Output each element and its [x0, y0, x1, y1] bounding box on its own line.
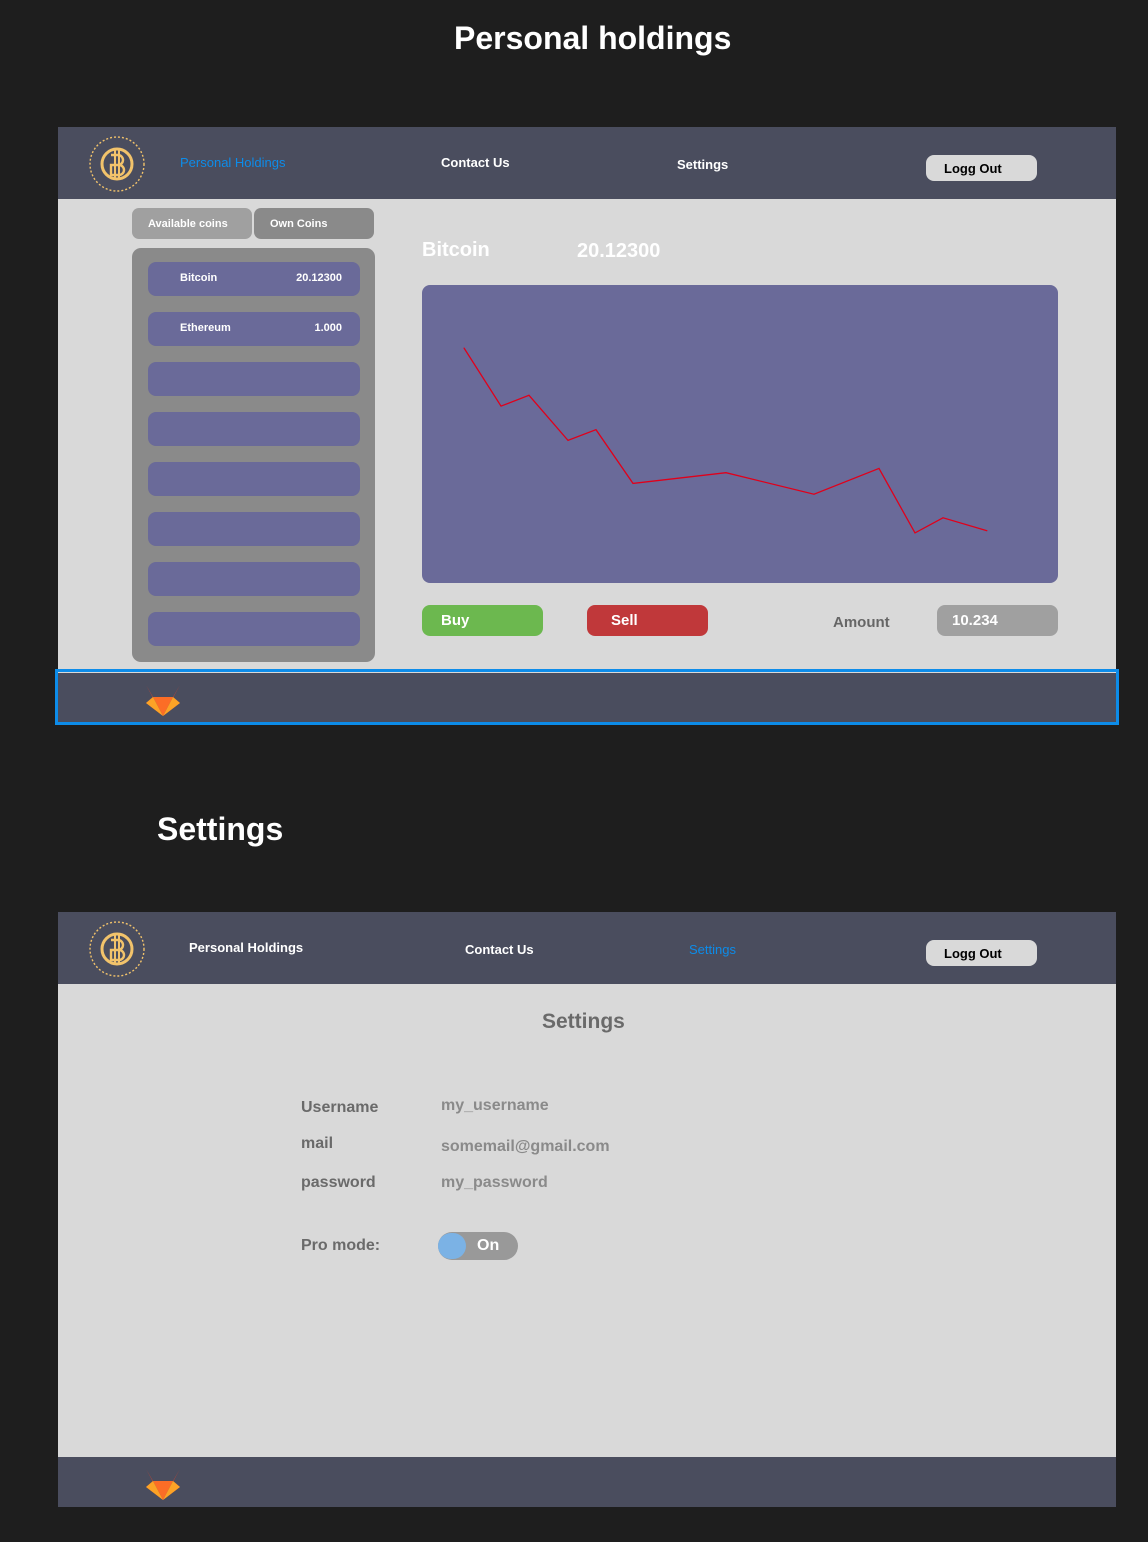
coin-row-empty[interactable] [148, 612, 360, 646]
price-point [595, 429, 597, 431]
price-point [725, 472, 727, 474]
username-input[interactable] [441, 1097, 701, 1115]
coin-list: Bitcoin 20.12300 Ethereum 1.000 [132, 248, 375, 662]
price-point [813, 493, 815, 495]
pro-mode-toggle[interactable]: On [438, 1232, 518, 1260]
footer [58, 673, 1116, 723]
coin-row-empty[interactable] [148, 512, 360, 546]
username-label: Username [301, 1099, 379, 1116]
price-point [942, 517, 944, 519]
toggle-knob [438, 1233, 466, 1259]
coin-name: Bitcoin [180, 272, 218, 284]
amount-label: Amount [833, 614, 890, 631]
gitlab-fox-icon [146, 685, 180, 716]
price-point [986, 530, 988, 532]
settings-content: Settings Username mail password Pro mode… [58, 912, 1116, 1457]
price-chart [422, 285, 1058, 583]
selected-coin-amount: 20.12300 [577, 240, 661, 262]
toggle-state: On [477, 1237, 500, 1254]
nav-personal-holdings[interactable]: Personal Holdings [180, 155, 286, 170]
footer [58, 1457, 1116, 1507]
navbar: Personal Holdings Contact Us Settings Lo… [58, 127, 1116, 199]
cryptocojo-logo-icon [89, 136, 145, 192]
coin-row-empty[interactable] [148, 562, 360, 596]
logout-button[interactable]: Logg Out [926, 155, 1037, 181]
coin-row-empty[interactable] [148, 362, 360, 396]
holdings-content: Available coins Own Coins Bitcoin 20.123… [58, 199, 1116, 673]
settings-heading: Settings [542, 1010, 625, 1033]
mail-input[interactable] [441, 1138, 701, 1156]
coin-amount: 20.12300 [296, 272, 342, 284]
nav-settings[interactable]: Settings [677, 157, 728, 172]
sell-button[interactable]: Sell [587, 605, 708, 636]
coin-row-bitcoin[interactable]: Bitcoin 20.12300 [148, 262, 360, 296]
coin-row-empty[interactable] [148, 412, 360, 446]
price-line [463, 347, 988, 534]
tab-available-coins[interactable]: Available coins [132, 208, 252, 239]
password-input[interactable] [441, 1174, 701, 1192]
coin-name: Ethereum [180, 322, 231, 334]
price-point [528, 394, 530, 396]
coin-row-ethereum[interactable]: Ethereum 1.000 [148, 312, 360, 346]
nav-contact-us[interactable]: Contact Us [441, 155, 510, 170]
gitlab-fox-icon [146, 1469, 180, 1500]
price-point [567, 439, 569, 441]
price-chart-svg [463, 347, 988, 534]
price-point [500, 405, 502, 407]
pro-mode-label: Pro mode: [301, 1237, 381, 1254]
mail-label: mail [301, 1135, 334, 1152]
price-point [632, 482, 634, 484]
price-point [914, 532, 916, 534]
password-label: password [301, 1174, 376, 1191]
coin-row-empty[interactable] [148, 462, 360, 496]
tab-own-coins[interactable]: Own Coins [254, 208, 374, 239]
settings-app: Personal Holdings Contact Us Settings Lo… [58, 912, 1116, 1507]
amount-input[interactable] [937, 605, 1058, 636]
holdings-app: Personal Holdings Contact Us Settings Lo… [58, 127, 1116, 723]
frame-title-settings: Settings [157, 811, 284, 847]
buy-button[interactable]: Buy [422, 605, 543, 636]
frame-title-holdings: Personal holdings [454, 20, 732, 56]
selected-coin-name: Bitcoin [422, 239, 490, 261]
price-point [463, 347, 465, 349]
coin-amount: 1.000 [314, 322, 342, 334]
price-point [878, 467, 880, 469]
